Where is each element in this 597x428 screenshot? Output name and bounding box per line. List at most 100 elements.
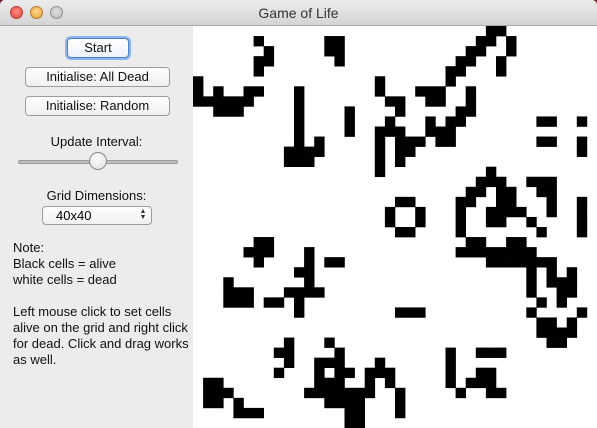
alive-cell[interactable] <box>526 247 537 258</box>
alive-cell[interactable] <box>485 377 497 389</box>
alive-cell[interactable] <box>374 86 386 97</box>
alive-cell[interactable] <box>233 407 244 419</box>
alive-cell[interactable] <box>243 86 254 97</box>
update-interval-slider-knob[interactable] <box>89 152 107 170</box>
alive-cell[interactable] <box>193 96 204 107</box>
alive-cell[interactable] <box>405 136 416 147</box>
alive-cell[interactable] <box>556 277 567 288</box>
alive-cell[interactable] <box>223 277 234 288</box>
alive-cell[interactable] <box>294 146 305 157</box>
alive-cell[interactable] <box>334 257 345 268</box>
alive-cell[interactable] <box>526 257 537 268</box>
alive-cell[interactable] <box>415 86 426 97</box>
alive-cell[interactable] <box>425 116 436 127</box>
alive-cell[interactable] <box>496 206 507 218</box>
alive-cell[interactable] <box>546 257 557 268</box>
alive-cell[interactable] <box>485 367 497 379</box>
alive-cell[interactable] <box>395 196 406 208</box>
alive-cell[interactable] <box>526 176 537 188</box>
alive-cell[interactable] <box>253 36 264 47</box>
alive-cell[interactable] <box>405 227 416 238</box>
alive-cell[interactable] <box>425 96 436 107</box>
alive-cell[interactable] <box>496 347 507 358</box>
alive-cell[interactable] <box>324 257 335 268</box>
alive-cell[interactable] <box>283 347 295 358</box>
alive-cell[interactable] <box>395 307 406 318</box>
alive-cell[interactable] <box>344 367 355 379</box>
alive-cell[interactable] <box>304 387 315 399</box>
alive-cell[interactable] <box>445 66 456 77</box>
alive-cell[interactable] <box>455 196 466 208</box>
alive-cell[interactable] <box>304 146 315 157</box>
alive-cell[interactable] <box>243 407 254 419</box>
alive-cell[interactable] <box>294 96 305 107</box>
alive-cell[interactable] <box>314 136 325 147</box>
alive-cell[interactable] <box>435 136 446 147</box>
alive-cell[interactable] <box>324 337 335 348</box>
alive-cell[interactable] <box>455 206 466 218</box>
alive-cell[interactable] <box>395 126 406 137</box>
alive-cell[interactable] <box>354 397 365 409</box>
alive-cell[interactable] <box>193 76 204 87</box>
alive-cell[interactable] <box>546 186 557 198</box>
alive-cell[interactable] <box>516 247 527 258</box>
alive-cell[interactable] <box>263 56 275 67</box>
alive-cell[interactable] <box>374 156 386 167</box>
alive-cell[interactable] <box>516 206 527 218</box>
alive-cell[interactable] <box>203 387 214 399</box>
alive-cell[interactable] <box>324 46 335 57</box>
alive-cell[interactable] <box>546 317 557 328</box>
alive-cell[interactable] <box>506 46 517 57</box>
alive-cell[interactable] <box>243 297 254 308</box>
alive-cell[interactable] <box>465 196 477 208</box>
alive-cell[interactable] <box>344 116 355 127</box>
alive-cell[interactable] <box>314 146 325 157</box>
alive-cell[interactable] <box>526 277 537 288</box>
alive-cell[interactable] <box>203 377 214 389</box>
alive-cell[interactable] <box>384 116 396 127</box>
alive-cell[interactable] <box>243 247 254 258</box>
alive-cell[interactable] <box>576 216 588 228</box>
alive-cell[interactable] <box>283 357 295 368</box>
alive-cell[interactable] <box>526 216 537 228</box>
alive-cell[interactable] <box>516 257 527 268</box>
alive-cell[interactable] <box>283 146 295 157</box>
alive-cell[interactable] <box>334 387 345 399</box>
alive-cell[interactable] <box>273 347 285 358</box>
alive-cell[interactable] <box>506 36 517 47</box>
alive-cell[interactable] <box>334 46 345 57</box>
alive-cell[interactable] <box>556 327 567 338</box>
alive-cell[interactable] <box>395 96 406 107</box>
alive-cell[interactable] <box>465 96 477 107</box>
alive-cell[interactable] <box>263 297 275 308</box>
alive-cell[interactable] <box>213 387 224 399</box>
alive-cell[interactable] <box>253 257 264 268</box>
alive-cell[interactable] <box>455 66 466 77</box>
alive-cell[interactable] <box>435 96 446 107</box>
alive-cell[interactable] <box>384 206 396 218</box>
alive-cell[interactable] <box>354 387 365 399</box>
alive-cell[interactable] <box>193 86 204 97</box>
alive-cell[interactable] <box>334 56 345 67</box>
alive-cell[interactable] <box>465 186 477 198</box>
alive-cell[interactable] <box>314 367 325 379</box>
alive-cell[interactable] <box>485 247 497 258</box>
alive-cell[interactable] <box>334 377 345 389</box>
alive-cell[interactable] <box>576 116 588 127</box>
alive-cell[interactable] <box>223 297 234 308</box>
alive-cell[interactable] <box>395 407 406 419</box>
alive-cell[interactable] <box>465 237 477 248</box>
alive-cell[interactable] <box>546 196 557 208</box>
alive-cell[interactable] <box>283 287 295 298</box>
alive-cell[interactable] <box>233 297 244 308</box>
alive-cell[interactable] <box>566 277 578 288</box>
alive-cell[interactable] <box>283 337 295 348</box>
alive-cell[interactable] <box>334 347 345 358</box>
initialise-random-button[interactable]: Initialise: Random <box>25 96 170 116</box>
alive-cell[interactable] <box>576 227 588 238</box>
alive-cell[interactable] <box>455 116 466 127</box>
alive-cell[interactable] <box>485 216 497 228</box>
alive-cell[interactable] <box>536 186 547 198</box>
alive-cell[interactable] <box>445 357 456 368</box>
initialise-all-dead-button[interactable]: Initialise: All Dead <box>25 67 170 87</box>
